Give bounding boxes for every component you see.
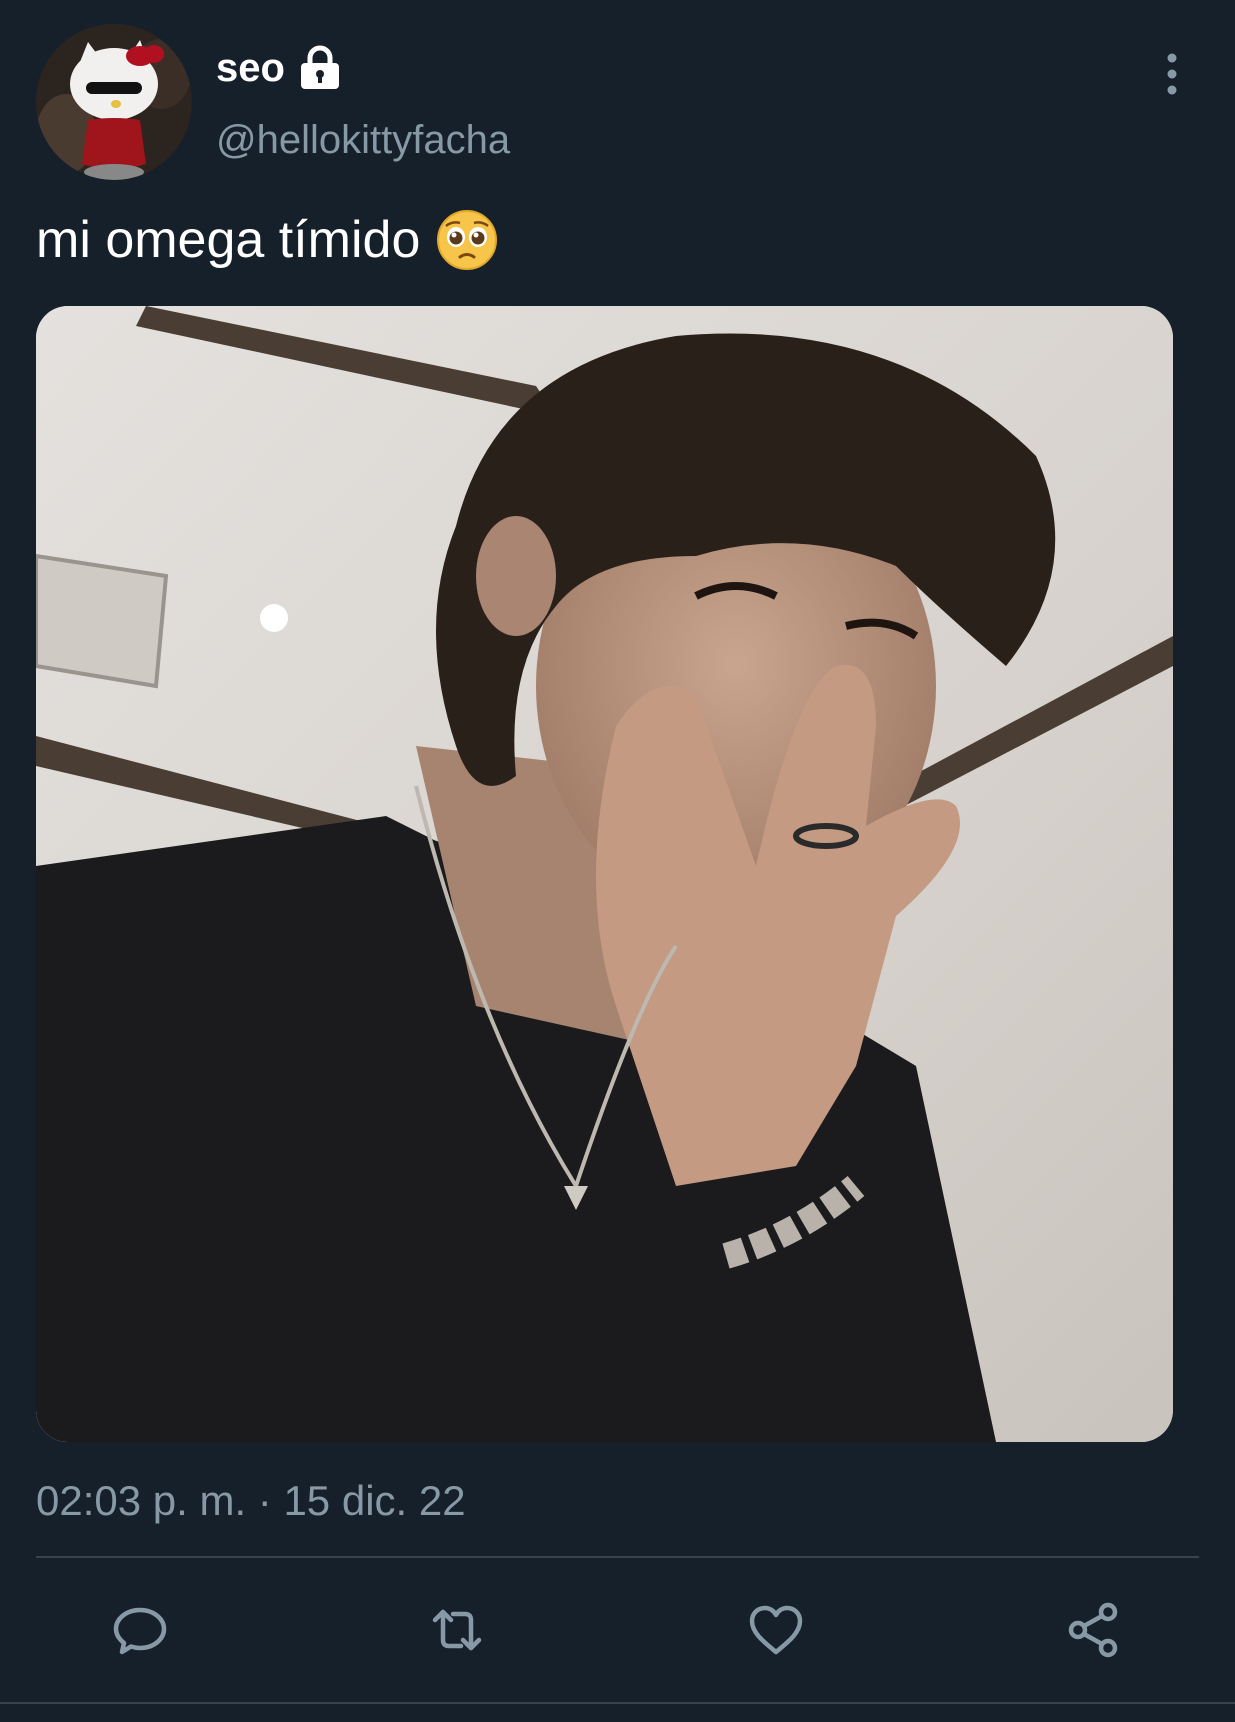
like-icon xyxy=(749,1605,803,1655)
share-button[interactable] xyxy=(1062,1598,1126,1662)
tweet-timestamp[interactable]: 02:03 p. m. · 15 dic. 22 xyxy=(36,1476,466,1526)
like-button[interactable] xyxy=(744,1598,808,1662)
tweet-photo[interactable] xyxy=(36,306,1173,1442)
reply-button[interactable] xyxy=(108,1598,172,1662)
reply-icon xyxy=(113,1607,167,1655)
retweet-icon xyxy=(432,1609,482,1651)
lock-icon xyxy=(297,45,343,91)
divider xyxy=(36,1556,1199,1558)
tweet-text: mi omega tímido xyxy=(36,208,498,272)
retweet-button[interactable] xyxy=(425,1598,489,1662)
photo-content-image xyxy=(36,306,1173,1442)
share-icon xyxy=(1068,1602,1118,1658)
bottom-divider xyxy=(0,1702,1235,1704)
pleading-face-emoji-icon xyxy=(436,209,498,271)
handle[interactable]: @hellokittyfacha xyxy=(216,116,510,164)
tweet-text-content: mi omega tímido xyxy=(36,211,421,269)
more-options-icon[interactable] xyxy=(1160,52,1184,96)
hello-kitty-avatar-image xyxy=(36,24,192,180)
avatar[interactable] xyxy=(36,24,192,180)
display-name[interactable]: seo xyxy=(216,44,343,92)
display-name-text: seo xyxy=(216,46,285,90)
